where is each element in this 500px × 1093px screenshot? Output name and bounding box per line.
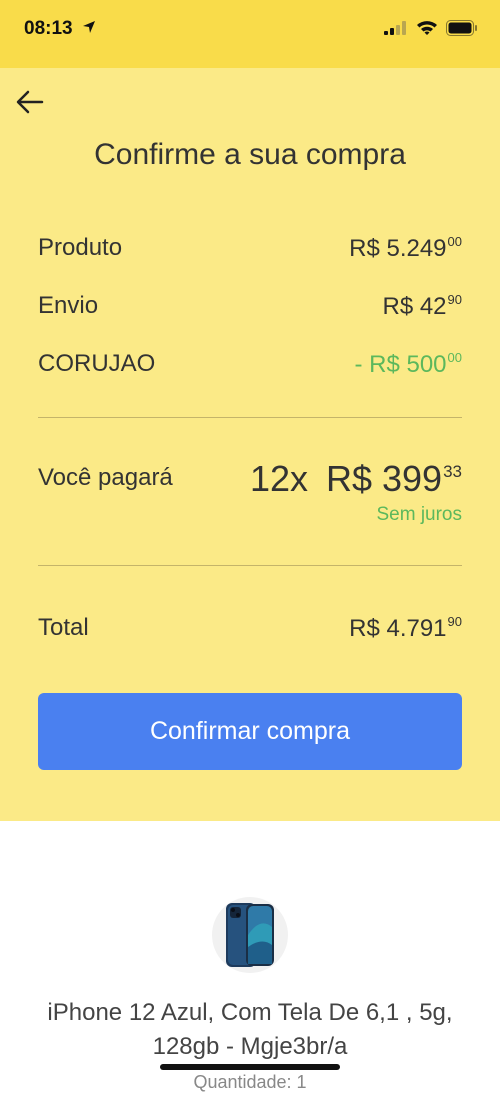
status-time: 08:13 xyxy=(24,18,96,40)
battery-icon xyxy=(446,20,478,41)
shipping-row: Envio R$ 4290 xyxy=(38,292,462,321)
page-title: Confirme a sua compra xyxy=(94,138,406,171)
coupon-row: CORUJAO - R$ 50000 xyxy=(38,350,462,379)
back-button[interactable] xyxy=(14,86,50,118)
shipping-price-main: R$ 42 xyxy=(382,293,447,320)
shipping-label: Envio xyxy=(38,292,99,319)
product-row: Produto R$ 5.24900 xyxy=(38,234,462,263)
phone-icon xyxy=(226,903,274,967)
installment-amount: 12x R$ 39933 xyxy=(250,458,462,500)
signal-icon xyxy=(384,21,408,40)
coupon-discount-cents: 00 xyxy=(447,350,462,365)
total-label: Total xyxy=(38,614,89,641)
checkout-summary-panel: Confirme a sua compra Produto R$ 5.24900… xyxy=(0,68,500,821)
total-price-cents: 90 xyxy=(447,614,462,629)
location-arrow-icon xyxy=(82,18,96,40)
coupon-discount: - R$ 50000 xyxy=(354,350,462,379)
product-name: iPhone 12 Azul, Com Tela De 6,1 , 5g, 12… xyxy=(47,999,453,1060)
wifi-icon xyxy=(416,20,438,41)
product-price: R$ 5.24900 xyxy=(349,234,462,263)
installment-count: 12x xyxy=(249,458,308,499)
installment-cents: 33 xyxy=(443,462,462,481)
coupon-discount-main: - R$ 500 xyxy=(354,351,447,378)
product-image xyxy=(212,897,288,973)
confirm-purchase-button[interactable]: Confirmar compra xyxy=(38,693,462,770)
installment-value: R$ 399 xyxy=(325,458,443,499)
divider xyxy=(38,417,462,418)
product-price-main: R$ 5.249 xyxy=(349,235,447,262)
shipping-price-cents: 90 xyxy=(447,292,462,307)
interest-free-note: Sem juros xyxy=(376,504,462,525)
arrow-left-icon xyxy=(14,90,46,122)
status-bar: 08:13 xyxy=(0,0,500,68)
shipping-price: R$ 4290 xyxy=(382,292,462,321)
product-label: Produto xyxy=(38,234,123,261)
home-indicator xyxy=(160,1064,340,1070)
status-time-text: 08:13 xyxy=(24,18,73,39)
total-row: Total R$ 4.79190 xyxy=(38,614,462,643)
product-quantity: Quantidade: 1 xyxy=(193,1072,307,1092)
status-icons xyxy=(384,20,478,41)
coupon-label: CORUJAO xyxy=(38,350,156,377)
installment-label: Você pagará xyxy=(38,464,173,491)
total-price-main: R$ 4.791 xyxy=(349,615,447,642)
product-price-cents: 00 xyxy=(447,234,462,249)
total-price: R$ 4.79190 xyxy=(349,614,462,643)
divider xyxy=(38,565,462,566)
